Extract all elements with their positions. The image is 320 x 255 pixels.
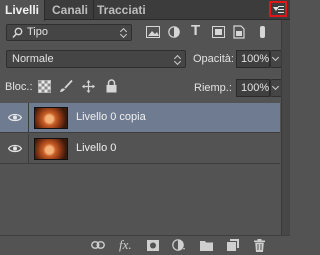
layer-thumbnail [34, 138, 68, 160]
filter-smart-object-icon[interactable] [233, 25, 245, 39]
opacity-value: 100% [241, 53, 270, 65]
trash-icon[interactable] [254, 239, 265, 252]
chevron-down-icon [271, 82, 280, 91]
visibility-toggle[interactable] [0, 103, 29, 133]
filter-toggle[interactable] [254, 26, 270, 38]
visibility-toggle[interactable] [0, 134, 29, 164]
tab-tracciati[interactable]: Tracciati [92, 0, 151, 20]
opacity-input[interactable]: 100% [236, 50, 270, 68]
fill-value: 100% [241, 82, 270, 94]
tab-canali[interactable]: Canali [47, 0, 95, 20]
filter-kind-label: Tipo [27, 26, 48, 38]
link-icon[interactable] [91, 241, 105, 249]
layer-row[interactable]: Livello 0 [0, 134, 280, 164]
menu-lines-icon [278, 6, 284, 7]
lock-label: Bloc.: [5, 81, 33, 93]
layer-name[interactable]: Livello 0 copia [76, 111, 146, 123]
blend-mode-value: Normale [12, 53, 54, 65]
filter-adjustment-icon[interactable] [168, 26, 180, 38]
lock-all-icon[interactable] [106, 79, 117, 93]
opacity-label: Opacità: [193, 53, 234, 65]
lock-transparency-icon[interactable] [38, 80, 51, 93]
filter-kind-dropdown[interactable]: Tipo [6, 24, 132, 41]
panel-menu-button[interactable] [269, 1, 287, 17]
filter-type-icon[interactable]: T [191, 22, 200, 39]
chevron-down-icon [271, 53, 280, 62]
adjustment-icon[interactable] [172, 239, 186, 251]
folder-icon[interactable] [200, 240, 213, 251]
layers-list: Livello 0 copia Livello 0 [0, 103, 280, 235]
filter-shape-icon[interactable] [212, 26, 225, 38]
lock-position-move-icon[interactable] [82, 80, 95, 93]
eye-icon [8, 113, 22, 122]
fx-icon[interactable]: fx. [119, 237, 132, 253]
lock-pixels-brush-icon[interactable] [59, 80, 73, 93]
filter-pixel-icon[interactable] [146, 26, 160, 38]
menu-line [278, 9, 284, 10]
layer-name[interactable]: Livello 0 [76, 142, 116, 154]
layers-scrollbar[interactable] [281, 103, 290, 235]
eye-icon [8, 144, 22, 153]
top-scrollbar[interactable] [281, 20, 290, 103]
fill-input[interactable]: 100% [236, 79, 270, 97]
fill-label: Riemp.: [194, 82, 232, 94]
layer-row-selected[interactable]: Livello 0 copia [0, 103, 280, 133]
layers-footer: fx. [0, 235, 290, 255]
blend-mode-dropdown[interactable]: Normale [6, 50, 186, 68]
new-layer-icon[interactable] [227, 239, 239, 251]
tab-livelli[interactable]: Livelli [0, 0, 46, 21]
panel-tab-bar: Livelli Canali Tracciati [0, 0, 290, 21]
layer-thumbnail [34, 107, 68, 129]
menu-line [278, 12, 284, 13]
mask-icon[interactable] [147, 240, 159, 251]
search-icon [12, 27, 23, 39]
